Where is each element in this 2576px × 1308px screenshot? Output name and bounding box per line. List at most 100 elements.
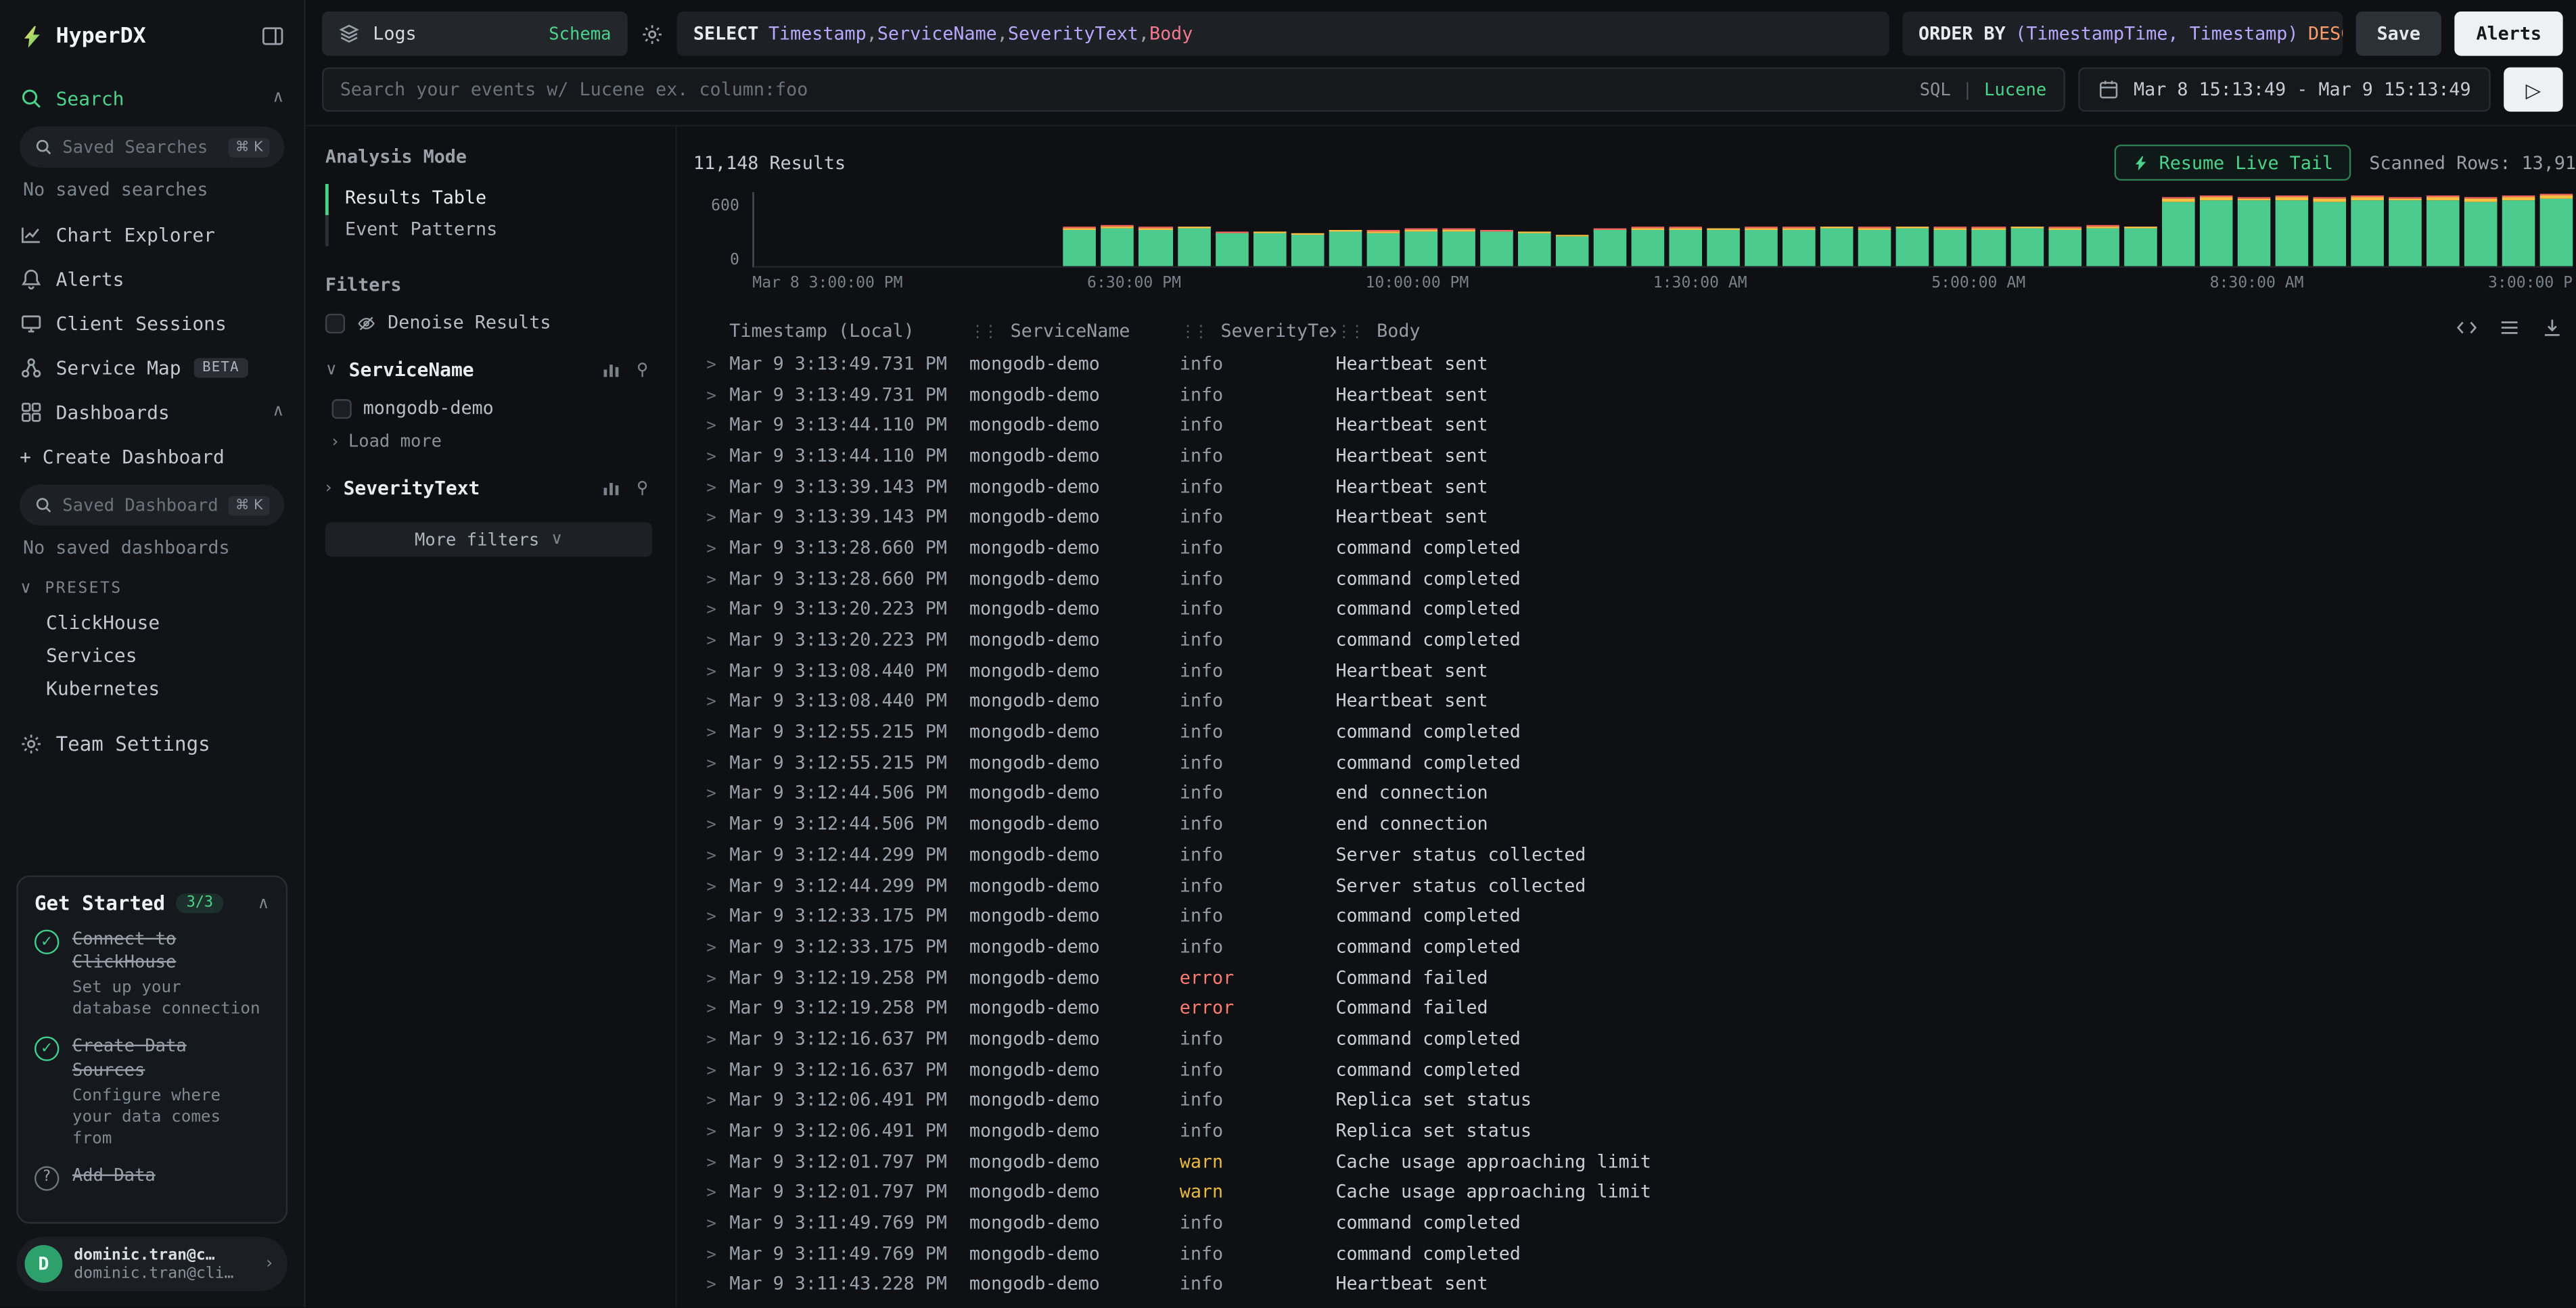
histogram-bar[interactable]: [1556, 235, 1589, 266]
run-query-button[interactable]: ▷: [2504, 68, 2562, 112]
histogram-bar[interactable]: [1177, 226, 1210, 266]
expand-row-icon[interactable]: >: [706, 1246, 716, 1265]
histogram-bar[interactable]: [2086, 226, 2119, 266]
histogram-bar[interactable]: [2010, 226, 2043, 266]
histogram-bar[interactable]: [2351, 195, 2384, 266]
sidebar-item-preset-clickhouse[interactable]: ClickHouse: [20, 606, 284, 639]
table-row[interactable]: >Mar 9 3:12:01.797 PMmongodb-demowarnCac…: [693, 1177, 2576, 1207]
get-started-item[interactable]: ?Add Data: [34, 1164, 269, 1190]
table-row[interactable]: >Mar 9 3:11:43.228 PMmongodb-demoinfoHea…: [693, 1269, 2576, 1299]
bar-chart-icon[interactable]: [601, 360, 621, 379]
saved-searches-search[interactable]: ⌘ K: [20, 126, 284, 168]
sidebar-item-preset-kubernetes[interactable]: Kubernetes: [20, 672, 284, 705]
expand-row-icon[interactable]: >: [706, 356, 716, 375]
table-row[interactable]: >Mar 9 3:12:06.491 PMmongodb-demoinfoRep…: [693, 1115, 2576, 1146]
expand-row-icon[interactable]: >: [706, 602, 716, 620]
table-row[interactable]: >Mar 9 3:13:39.143 PMmongodb-demoinfoHea…: [693, 471, 2576, 501]
table-row[interactable]: >Mar 9 3:13:49.731 PMmongodb-demoinfoHea…: [693, 379, 2576, 409]
histogram-bar[interactable]: [1480, 230, 1513, 266]
histogram-bar[interactable]: [1935, 227, 1968, 266]
histogram-bar[interactable]: [1745, 227, 1778, 266]
table-row[interactable]: >Mar 9 3:12:44.299 PMmongodb-demoinfoSer…: [693, 870, 2576, 900]
expand-row-icon[interactable]: >: [706, 540, 716, 559]
histogram-bar[interactable]: [1897, 226, 1930, 266]
histogram-bar[interactable]: [2275, 195, 2308, 266]
expand-row-icon[interactable]: >: [706, 724, 716, 743]
expand-row-icon[interactable]: >: [706, 1123, 716, 1142]
bar-chart-icon[interactable]: [601, 478, 621, 498]
table-row[interactable]: >Mar 9 3:13:08.440 PMmongodb-demoinfoHea…: [693, 686, 2576, 716]
histogram-bar[interactable]: [1139, 227, 1172, 266]
expand-row-icon[interactable]: >: [706, 1031, 716, 1050]
resume-live-tail-button[interactable]: Resume Live Tail: [2115, 145, 2351, 181]
expand-row-icon[interactable]: >: [706, 417, 716, 436]
table-row[interactable]: >Mar 9 3:12:55.215 PMmongodb-demoinfocom…: [693, 747, 2576, 778]
expand-row-icon[interactable]: >: [706, 694, 716, 712]
histogram-bar[interactable]: [2464, 197, 2498, 266]
table-row[interactable]: >Mar 9 3:12:19.258 PMmongodb-demoerrorCo…: [693, 962, 2576, 993]
column-header-servicename[interactable]: ⋮⋮ServiceName: [969, 319, 1180, 341]
expand-row-icon[interactable]: >: [706, 786, 716, 804]
table-row[interactable]: >Mar 9 3:12:33.175 PMmongodb-demoinfocom…: [693, 931, 2576, 962]
expand-row-icon[interactable]: >: [706, 479, 716, 497]
histogram-bar[interactable]: [1329, 230, 1362, 266]
table-row[interactable]: >Mar 9 3:13:28.660 PMmongodb-demoinfocom…: [693, 532, 2576, 563]
histogram-bar[interactable]: [2048, 227, 2081, 266]
histogram-bar[interactable]: [1859, 227, 1892, 266]
expand-row-icon[interactable]: >: [706, 847, 716, 866]
column-drag-handle-icon[interactable]: ⋮⋮: [1335, 323, 1362, 341]
sidebar-item-alerts[interactable]: Alerts: [20, 256, 284, 301]
histogram-bar[interactable]: [1972, 227, 2005, 266]
event-search-input[interactable]: [340, 79, 1907, 101]
histogram-bar[interactable]: [2426, 195, 2460, 266]
histogram-bar[interactable]: [1783, 227, 1816, 266]
expand-row-icon[interactable]: >: [706, 939, 716, 958]
analysis-mode-event-patterns[interactable]: Event Patterns: [325, 215, 652, 246]
histogram-bar[interactable]: [1632, 227, 1665, 266]
histogram-bar[interactable]: [1063, 227, 1097, 266]
presets-toggle[interactable]: ∨ PRESETS: [20, 570, 284, 606]
table-row[interactable]: >Mar 9 3:13:20.223 PMmongodb-demoinfocom…: [693, 624, 2576, 655]
histogram-bar[interactable]: [2161, 197, 2194, 266]
histogram-bar[interactable]: [1670, 227, 1703, 266]
table-row[interactable]: >Mar 9 3:12:06.491 PMmongodb-demoinfoRep…: [693, 1085, 2576, 1115]
table-row[interactable]: >Mar 9 3:13:49.731 PMmongodb-demoinfoHea…: [693, 348, 2576, 379]
event-search[interactable]: SQL | Lucene: [322, 68, 2065, 112]
column-header-timestamp[interactable]: Timestamp (Local): [729, 319, 969, 341]
schema-link[interactable]: Schema: [549, 24, 611, 43]
table-row[interactable]: >Mar 9 3:12:55.215 PMmongodb-demoinfocom…: [693, 716, 2576, 747]
histogram-bar[interactable]: [1291, 233, 1324, 266]
expand-row-icon[interactable]: >: [706, 632, 716, 651]
column-drag-handle-icon[interactable]: ⋮⋮: [1180, 323, 1206, 341]
get-started-item[interactable]: ✓Create Data SourcesConfigure where your…: [34, 1035, 269, 1149]
source-settings-gear-icon[interactable]: [641, 22, 664, 45]
table-row[interactable]: >Mar 9 3:13:44.110 PMmongodb-demoinfoHea…: [693, 410, 2576, 440]
table-row[interactable]: >Mar 9 3:13:20.223 PMmongodb-demoinfocom…: [693, 594, 2576, 624]
table-row[interactable]: >Mar 9 3:13:44.110 PMmongodb-demoinfoHea…: [693, 440, 2576, 471]
histogram-bar[interactable]: [2123, 227, 2157, 266]
histogram-bar[interactable]: [2502, 195, 2535, 266]
denoise-checkbox[interactable]: [325, 313, 345, 333]
chevron-up-icon[interactable]: ∧: [257, 894, 269, 912]
expand-row-icon[interactable]: >: [706, 571, 716, 589]
histogram-bar[interactable]: [2237, 196, 2270, 266]
table-row[interactable]: >Mar 9 3:13:39.143 PMmongodb-demoinfoHea…: [693, 502, 2576, 532]
filter-group-severitytext[interactable]: › SeverityText: [325, 476, 652, 499]
checkbox[interactable]: [332, 398, 352, 418]
sidebar-item-service-map[interactable]: Service Map BETA: [20, 345, 284, 390]
save-button[interactable]: Save: [2355, 11, 2442, 56]
histogram-bar[interactable]: [2199, 195, 2232, 266]
get-started-item[interactable]: ✓Connect to ClickHouseSet up your databa…: [34, 928, 269, 1021]
table-row[interactable]: >Mar 9 3:11:49.769 PMmongodb-demoinfocom…: [693, 1208, 2576, 1238]
expand-row-icon[interactable]: >: [706, 510, 716, 528]
filter-group-servicename[interactable]: ∨ ServiceName: [325, 358, 652, 381]
lucene-language-toggle[interactable]: Lucene: [1984, 80, 2046, 99]
column-header-body[interactable]: ⋮⋮Body: [1335, 319, 2576, 341]
expand-row-icon[interactable]: >: [706, 1062, 716, 1080]
table-row[interactable]: >Mar 9 3:12:44.299 PMmongodb-demoinfoSer…: [693, 839, 2576, 870]
histogram-bar[interactable]: [1821, 227, 1854, 266]
expand-row-icon[interactable]: >: [706, 816, 716, 835]
histogram-bar[interactable]: [1442, 229, 1475, 266]
sidebar-item-team-settings[interactable]: Team Settings: [20, 721, 284, 766]
download-icon[interactable]: [2542, 317, 2563, 339]
